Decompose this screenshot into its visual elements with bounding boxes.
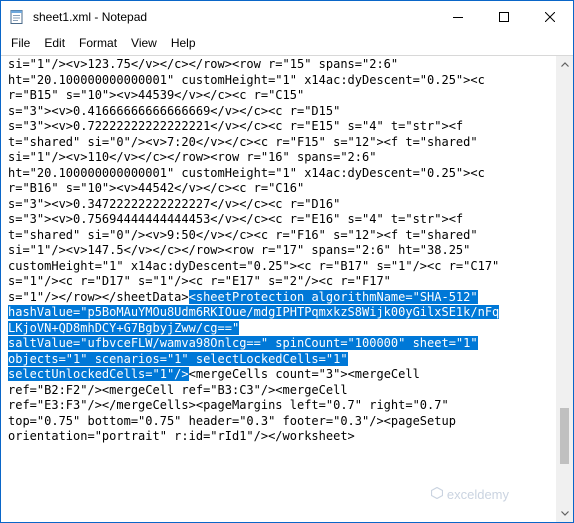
text-editor[interactable]: si="1"/><v>123.75</v></c></row><row r="1… [1,55,556,522]
text-segment: si="1"/><v>147.5</v></c></row><row r="17… [8,243,471,257]
title-bar[interactable]: sheet1.xml - Notepad [1,1,573,32]
text-segment: ref="E3:F3"/></mergeCells><pageMargins l… [8,398,449,412]
menu-view[interactable]: View [124,32,164,54]
text-line: objects="1" scenarios="1" selectLockedCe… [8,351,499,368]
text-segment: <mergeCells count="3"><mergeCell [188,367,420,381]
text-segment: t="shared" si="0"/><v>9:50</v></c><c r="… [8,227,478,242]
text-segment: si="1"/><v>110</v></c></row><row r="16" … [8,150,377,164]
chevron-down-icon [560,511,569,516]
text-segment: s="1"/></row></sheetData> [8,289,189,304]
text-line: si="1"/><v>123.75</v></c></row><row r="1… [8,57,499,73]
maximize-icon [499,11,509,22]
notepad-app-icon[interactable] [9,9,25,25]
text-line: t="shared" si="0"/><v>7:20</v></c><c r="… [8,135,499,151]
text-segment: s="3"><v>0.75694444444444453</v></c><c r… [8,212,464,226]
text-line: LKjoVN+QD8mhDCY+G7BgbyjZww/cg==" [8,320,499,337]
close-button[interactable] [527,1,573,32]
text-line: s="3"><v>0.34722222222222227</v></c><c r… [8,197,499,213]
scroll-down-button[interactable] [556,505,573,522]
text-segment: top="0.75" bottom="0.75" header="0.3" fo… [8,413,456,428]
selected-text: hashValue="p5BoMAuYMOu8Udm6RKIOue/mdgIPH… [8,305,500,319]
text-segment: s="3"><v>0.41666666666666669</v></c><c r… [8,103,341,118]
selected-text: <sheetProtection algorithmName="SHA-512" [188,289,478,304]
scroll-thumb[interactable] [560,408,569,464]
text-line: ref="E3:F3"/></mergeCells><pageMargins l… [8,398,499,414]
window-title: sheet1.xml - Notepad [33,9,148,24]
watermark-text: exceldemy [446,487,509,502]
text-segment: s="3"><v>0.34722222222222227</v></c><c r… [8,196,341,211]
maximize-button[interactable] [481,1,527,32]
menu-edit[interactable]: Edit [37,32,72,54]
window-controls [435,1,573,32]
text-line: s="3"><v>0.75694444444444453</v></c><c r… [8,212,499,228]
notepad-window: sheet1.xml - Notepad File Edit Format Vi… [0,0,574,523]
text-line: top="0.75" bottom="0.75" header="0.3" fo… [8,414,499,430]
text-line: s="1"/></row></sheetData><sheetProtectio… [8,289,499,306]
text-segment: ref="B2:F2"/><mergeCell ref="B3:C3"/><me… [8,382,348,397]
watermark-logo-icon [430,486,443,502]
text-segment: si="1"/><v>123.75</v></c></row><row r="1… [8,57,399,71]
text-segment: s="1"/><c r="D17" s="1"/><c r="E17" s="2… [8,274,391,288]
minimize-button[interactable] [435,1,481,32]
close-icon [545,11,555,22]
text-line: si="1"/><v>147.5</v></c></row><row r="17… [8,243,499,259]
text-segment: r="B15" s="10"><v>44539</v></c><c r="C15… [8,88,305,102]
minimize-icon [453,16,463,18]
watermark: exceldemy [430,486,509,502]
vertical-scrollbar[interactable] [556,55,573,522]
text-line: si="1"/><v>110</v></c></row><row r="16" … [8,150,499,166]
text-line: selectUnlockedCells="1"/><mergeCells cou… [8,367,499,383]
scroll-up-button[interactable] [556,56,573,73]
text-line: s="1"/><c r="D17" s="1"/><c r="E17" s="2… [8,274,499,290]
text-line: r="B16" s="10"><v>44542</v></c><c r="C16… [8,181,499,197]
chevron-up-icon [560,62,569,67]
text-segment: orientation="portrait" r:id="rId1"/></wo… [8,429,355,443]
text-line: s="3"><v>0.41666666666666669</v></c><c r… [8,104,499,120]
menu-format[interactable]: Format [72,32,124,54]
text-line: hashValue="p5BoMAuYMOu8Udm6RKIOue/mdgIPH… [8,305,500,321]
selected-text: LKjoVN+QD8mhDCY+G7BgbyjZww/cg==" [8,320,240,335]
text-line: t="shared" si="0"/><v>9:50</v></c><c r="… [8,228,499,244]
text-line: ht="20.100000000000001" customHeight="1"… [8,166,499,182]
text-segment: s="3"><v>0.72222222222222221</v></c><c r… [8,119,464,133]
text-line: customHeight="1" x14ac:dyDescent="0.25">… [8,259,499,275]
text-line: orientation="portrait" r:id="rId1"/></wo… [8,429,499,445]
editor-content[interactable]: si="1"/><v>123.75</v></c></row><row r="1… [8,57,500,445]
text-line: saltValue="ufbvceFLW/wamva98Onlcg==" spi… [8,336,499,352]
text-segment: r="B16" s="10"><v>44542</v></c><c r="C16… [8,181,305,195]
text-segment: ht="20.100000000000001" customHeight="1"… [8,72,485,87]
menu-help[interactable]: Help [164,32,203,54]
text-line: ref="B2:F2"/><mergeCell ref="B3:C3"/><me… [8,383,499,399]
selected-text: selectUnlockedCells="1"/> [8,367,189,381]
text-line: r="B15" s="10"><v>44539</v></c><c r="C15… [8,88,499,104]
text-line: ht="20.100000000000001" customHeight="1"… [8,73,499,89]
text-segment: ht="20.100000000000001" customHeight="1"… [8,165,485,180]
text-segment: customHeight="1" x14ac:dyDescent="0.25">… [8,258,500,273]
selected-text: saltValue="ufbvceFLW/wamva98Onlcg==" spi… [8,336,478,350]
text-segment: t="shared" si="0"/><v>7:20</v></c><c r="… [8,134,478,149]
selected-text: objects="1" scenarios="1" selectLockedCe… [8,351,348,366]
menu-bar: File Edit Format View Help [1,32,573,54]
menu-file[interactable]: File [1,32,37,54]
text-line: s="3"><v>0.72222222222222221</v></c><c r… [8,119,499,135]
